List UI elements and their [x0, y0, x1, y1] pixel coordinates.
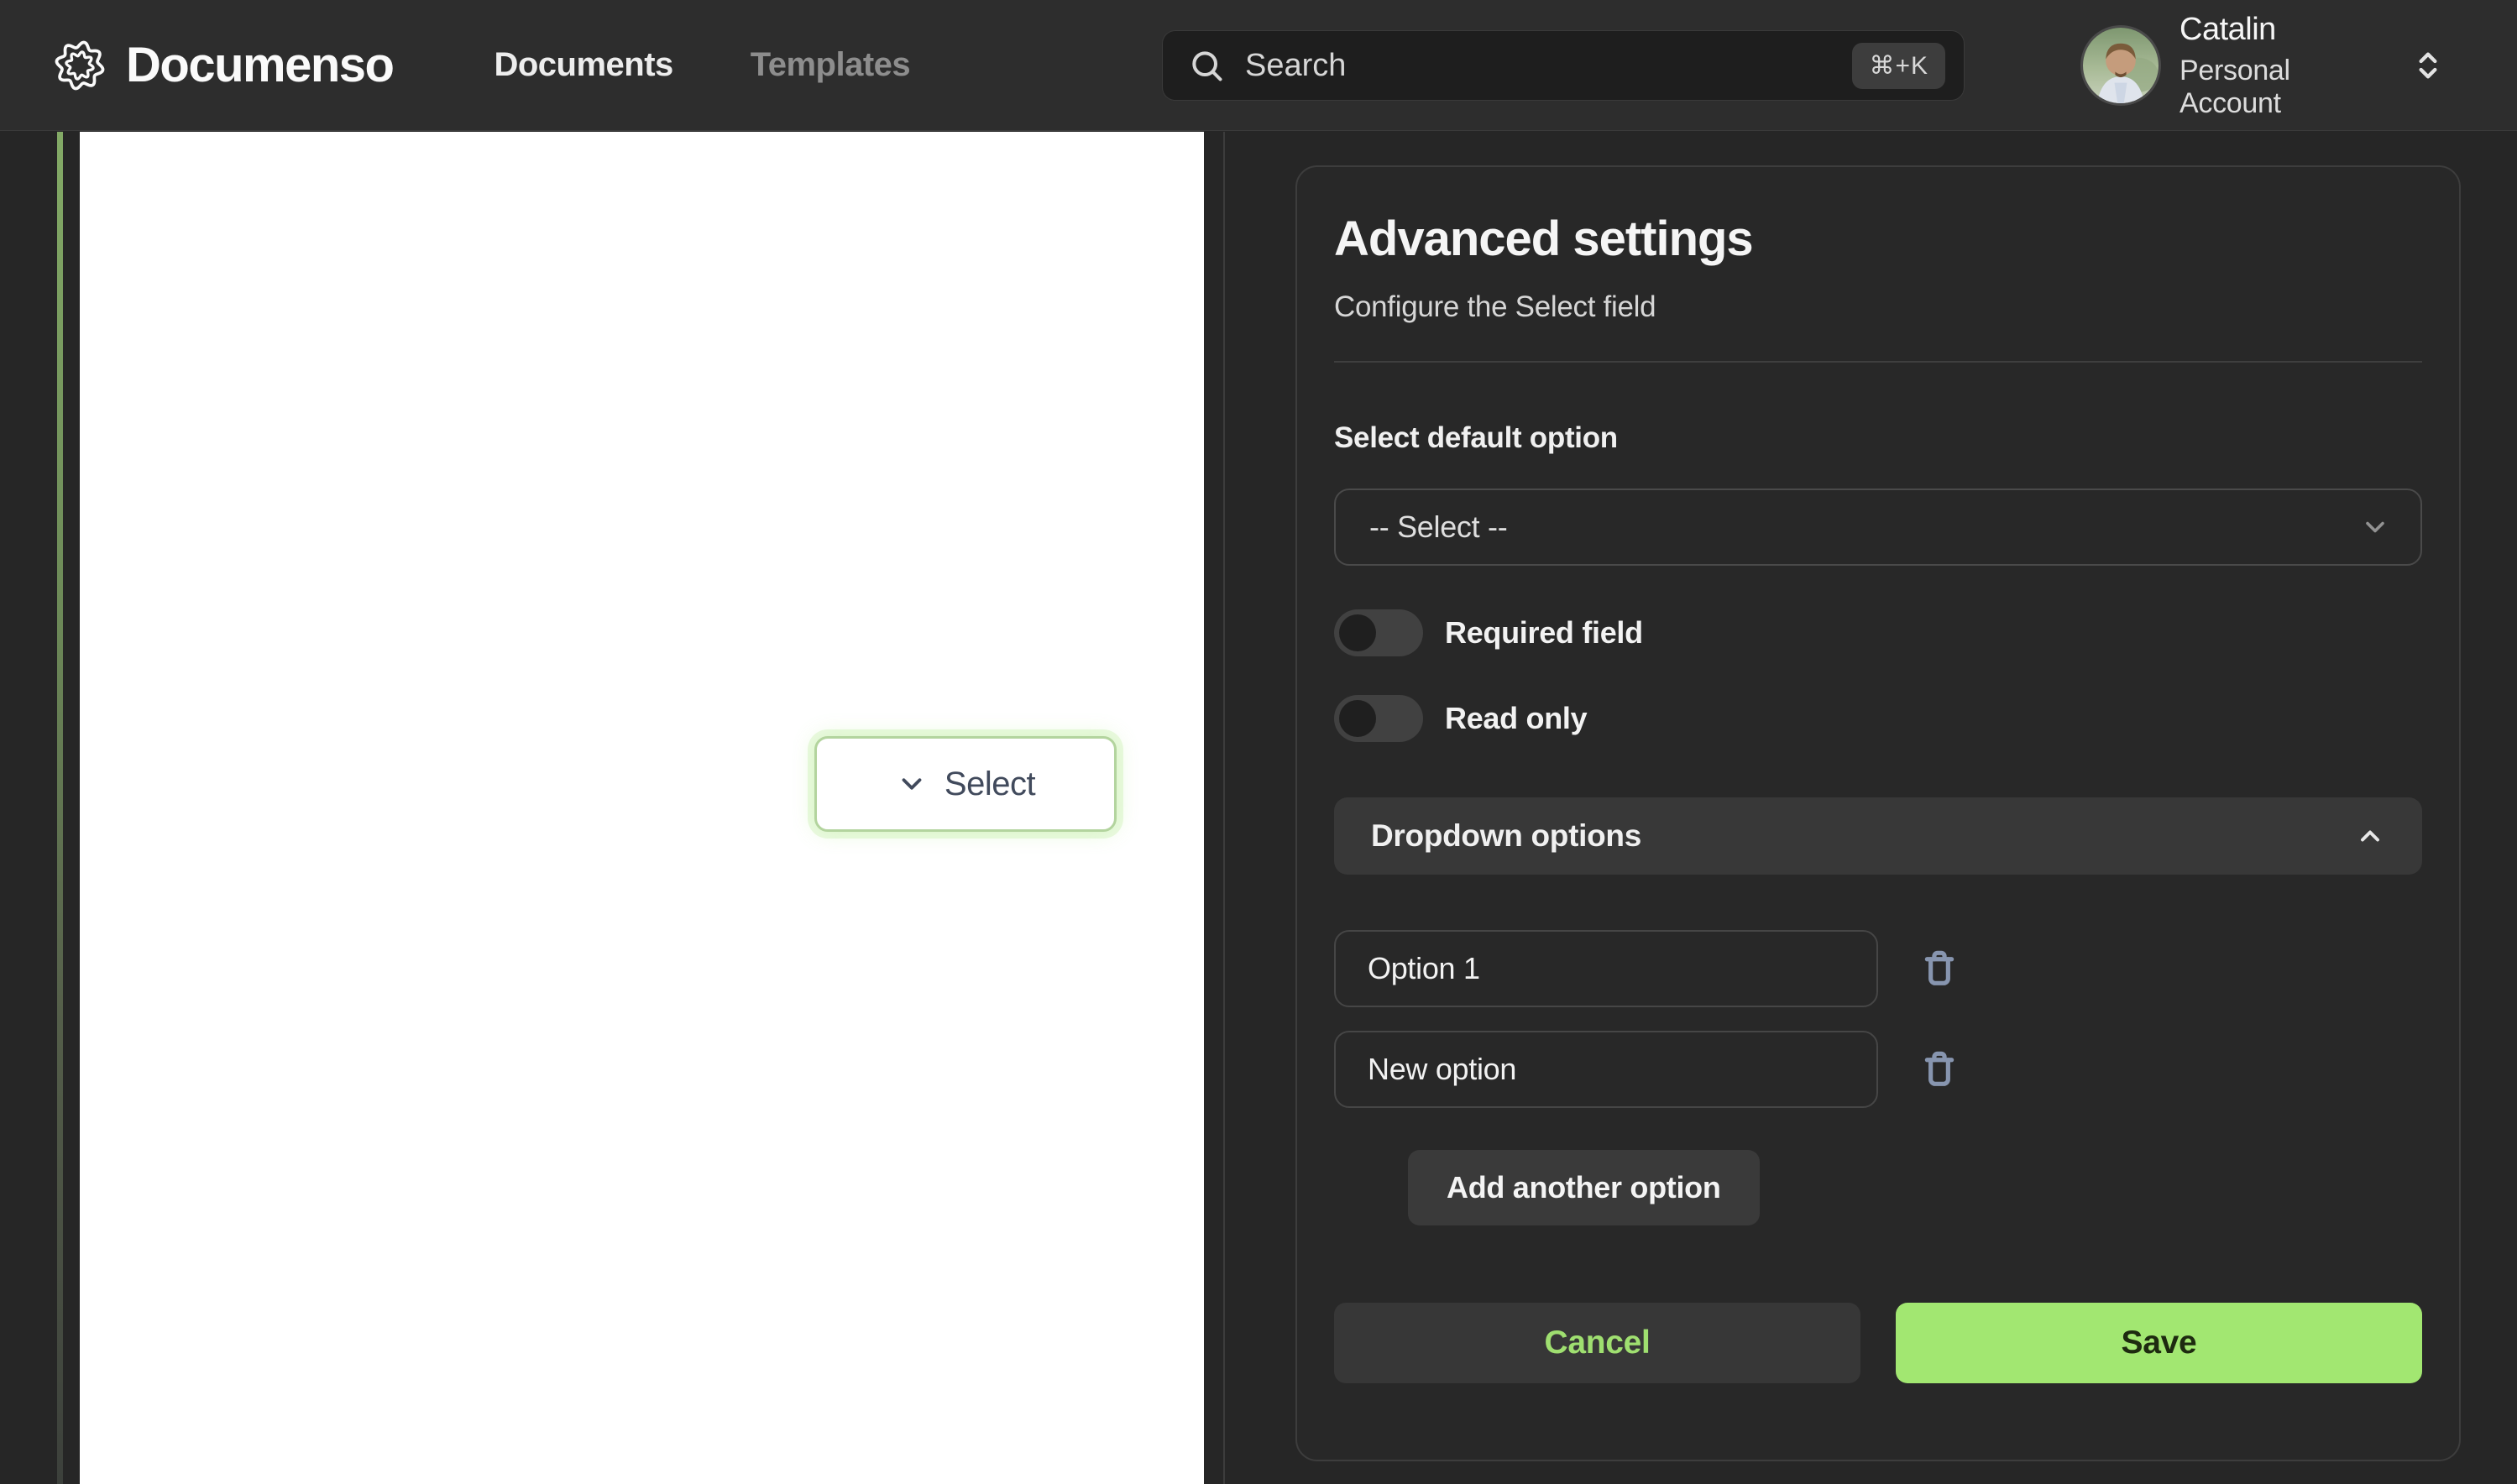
required-field-label: Required field: [1445, 615, 1643, 650]
add-another-option-button[interactable]: Add another option: [1408, 1150, 1760, 1225]
save-button[interactable]: Save: [1896, 1303, 2422, 1383]
read-only-row: Read only: [1334, 695, 2422, 742]
nav-item-templates[interactable]: Templates: [751, 46, 911, 84]
default-option-label: Select default option: [1334, 421, 1618, 454]
main-nav: Documents Templates: [494, 46, 910, 84]
required-field-row: Required field: [1334, 609, 2422, 656]
delete-option-button[interactable]: [1917, 1045, 1962, 1094]
trash-icon: [1917, 944, 1962, 993]
chevron-down-icon: [896, 768, 928, 800]
chevrons-up-down-icon: [2411, 44, 2445, 87]
search-icon: [1188, 47, 1225, 84]
brand-logo[interactable]: Documenso: [52, 37, 395, 93]
panel-divider: [1334, 361, 2422, 363]
trash-icon: [1917, 1045, 1962, 1094]
dropdown-options-title: Dropdown options: [1371, 818, 1641, 853]
default-option-select[interactable]: -- Select --: [1334, 489, 2422, 566]
document-select-field-label: Select: [944, 765, 1036, 802]
account-text: Catalin Personal Account: [2179, 12, 2389, 120]
documenso-seal-icon: [52, 38, 107, 93]
dropdown-options-header[interactable]: Dropdown options: [1334, 797, 2422, 875]
chevron-up-icon: [2355, 821, 2385, 851]
search-shortcut-badge: ⌘+K: [1852, 42, 1945, 89]
read-only-toggle[interactable]: [1334, 695, 1423, 742]
page-accent-rail: [57, 132, 63, 1484]
workspace: Select Advanced settings Configure the S…: [0, 132, 2517, 1484]
panel-title: Advanced settings: [1334, 212, 1754, 266]
advanced-settings-panel: Advanced settings Configure the Select f…: [1295, 165, 2461, 1461]
option-input-2[interactable]: [1334, 1031, 1878, 1108]
account-type: Personal Account: [2179, 54, 2290, 119]
top-navbar: Documenso Documents Templates Search ⌘+K: [0, 0, 2517, 131]
delete-option-button[interactable]: [1917, 944, 1962, 993]
account-menu-trigger[interactable]: Catalin Personal Account: [2080, 0, 2445, 131]
option-row: [1334, 930, 2422, 1007]
read-only-label: Read only: [1445, 701, 1588, 735]
panel-footer: Cancel Save: [1334, 1303, 2422, 1383]
chevron-down-icon: [2360, 512, 2390, 542]
document-select-field[interactable]: Select: [814, 736, 1117, 832]
cancel-button[interactable]: Cancel: [1334, 1303, 1860, 1383]
search-input[interactable]: Search ⌘+K: [1162, 30, 1965, 101]
panel-subtitle: Configure the Select field: [1334, 290, 1656, 323]
toggle-knob: [1339, 614, 1376, 651]
search-placeholder: Search: [1245, 47, 1347, 83]
brand-name: Documenso: [126, 38, 395, 92]
option-input-1[interactable]: [1334, 930, 1878, 1007]
default-option-value: -- Select --: [1369, 509, 1508, 544]
nav-item-documents[interactable]: Documents: [494, 46, 673, 84]
toggle-knob: [1339, 700, 1376, 737]
option-row: [1334, 1031, 2422, 1108]
account-name: Catalin: [2179, 11, 2276, 47]
content-divider: [1223, 132, 1225, 1484]
avatar: [2080, 25, 2161, 106]
document-page: Select: [80, 132, 1204, 1484]
required-field-toggle[interactable]: [1334, 609, 1423, 656]
